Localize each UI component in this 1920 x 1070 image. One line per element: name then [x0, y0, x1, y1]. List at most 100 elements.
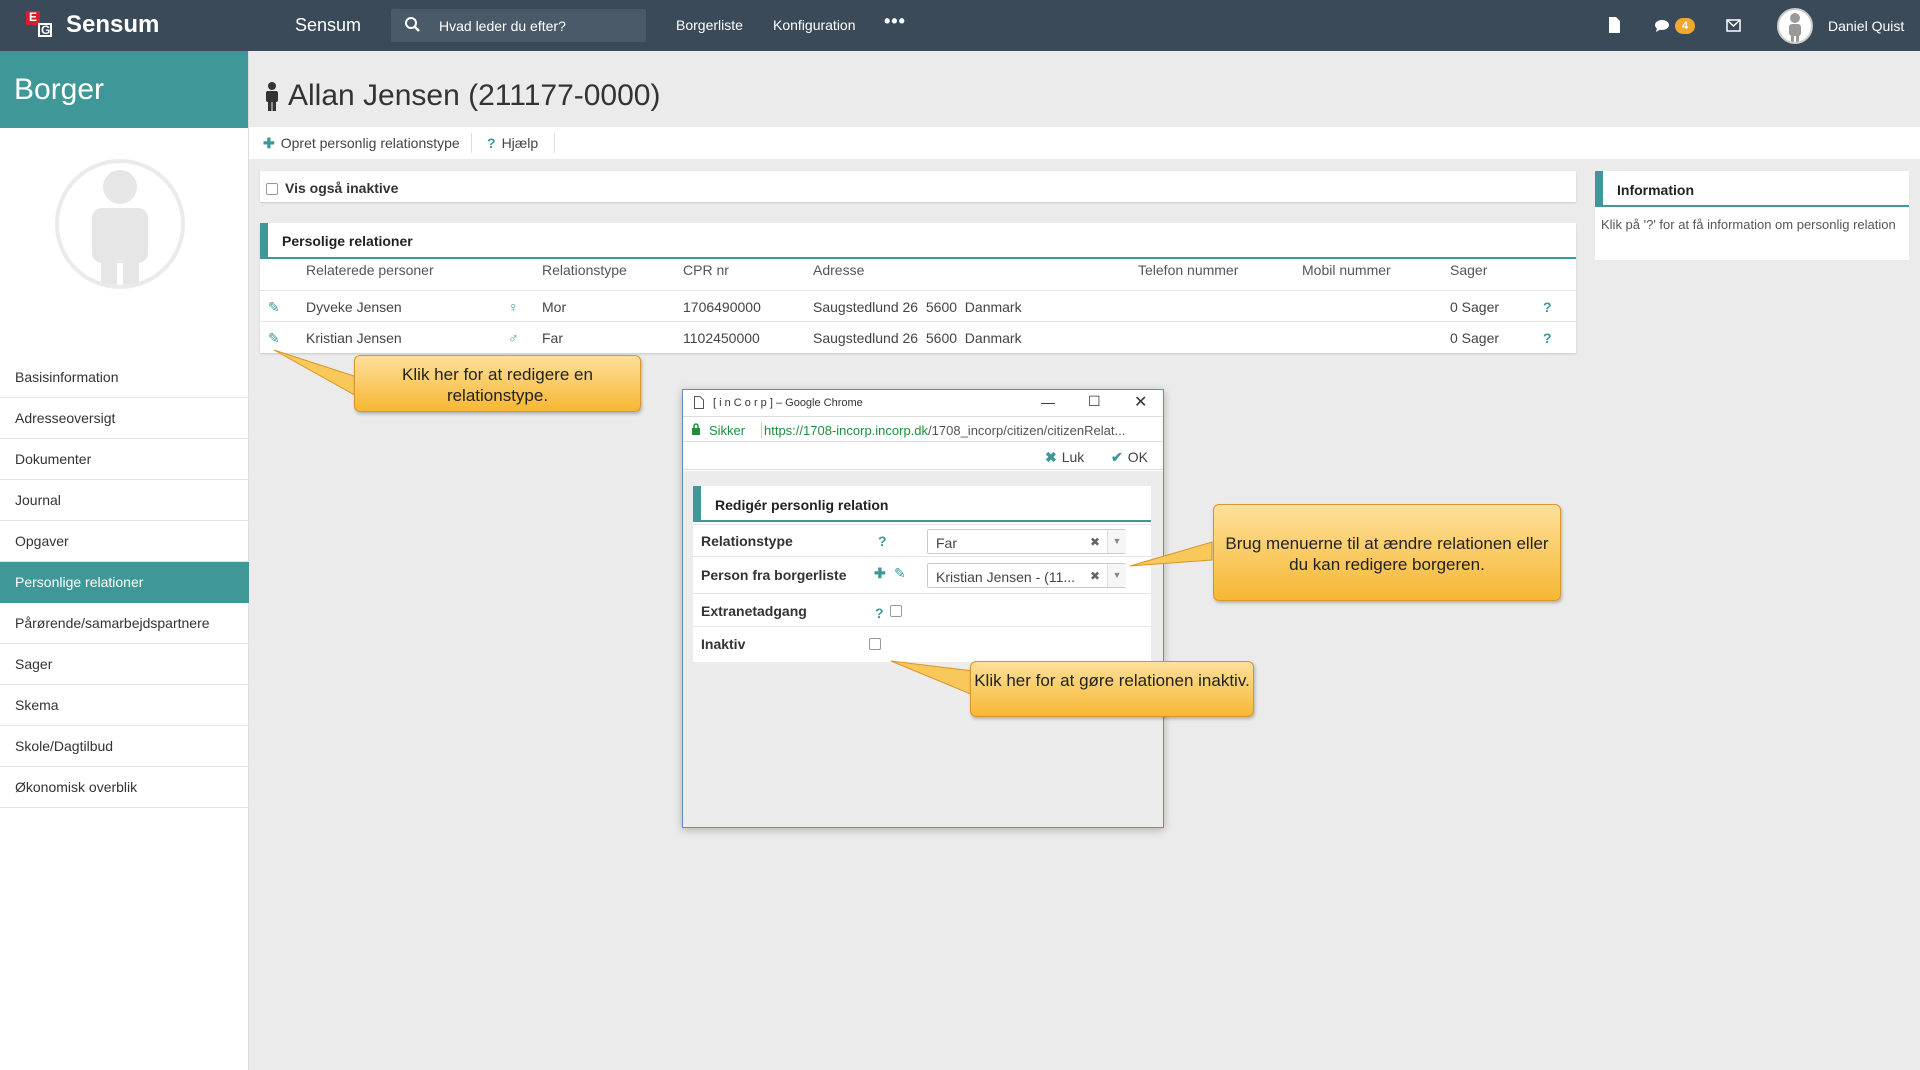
sidebar-item-skole-dagtilbud[interactable]: Skole/Dagtilbud	[0, 726, 249, 767]
cases-count[interactable]: 0 Sager	[1450, 330, 1499, 346]
citizen-avatar	[55, 159, 185, 289]
sidebar-item-basisinformation[interactable]: Basisinformation	[0, 357, 249, 398]
ok-button[interactable]: ✔ OK	[1111, 449, 1148, 466]
field-inactive: Inaktiv	[693, 626, 1151, 660]
edit-pencil-icon[interactable]: ✎	[268, 299, 280, 316]
sidebar-item-journal[interactable]: Journal	[0, 480, 249, 521]
callout-menus: Brug menuerne til at ændre relationen el…	[1213, 504, 1561, 601]
close-button[interactable]: ✖ Luk	[1045, 449, 1084, 466]
relation-type: Mor	[542, 299, 567, 315]
chevron-down-icon[interactable]: ▼	[1107, 530, 1126, 553]
page-title: Allan Jensen (211177-0000)	[262, 79, 660, 113]
male-icon: ♂	[508, 330, 519, 346]
search-input[interactable]: Hvad leder du efter?	[439, 18, 566, 34]
more-menu-icon[interactable]: •••	[884, 11, 906, 32]
cpr-number: 1102450000	[683, 330, 760, 346]
notification-badge[interactable]: 4	[1675, 18, 1695, 34]
col-relation-type[interactable]: Relationstype	[542, 262, 627, 278]
show-inactive-checkbox[interactable]	[266, 180, 278, 197]
address: Saugstedlund 26 5600 Danmark	[813, 299, 1022, 315]
col-mobile[interactable]: Mobil nummer	[1302, 262, 1391, 278]
help-button[interactable]: ? Hjælp	[487, 135, 538, 151]
callout-pointer	[890, 660, 974, 696]
callout-pointer	[1129, 541, 1213, 567]
clear-icon[interactable]: ✖	[1090, 535, 1100, 549]
female-icon: ♀	[508, 299, 519, 315]
extranet-checkbox[interactable]	[890, 602, 902, 618]
person-icon	[1789, 13, 1801, 42]
document-icon[interactable]	[1608, 17, 1621, 33]
question-icon: ?	[487, 135, 496, 151]
sidebar-title: Borger	[0, 51, 248, 128]
col-address[interactable]: Adresse	[813, 262, 864, 278]
edit-pencil-icon[interactable]: ✎	[268, 330, 280, 347]
minimize-icon[interactable]: —	[1041, 394, 1055, 410]
lock-icon	[692, 423, 700, 435]
filter-panel: Vis også inaktive	[260, 171, 1576, 202]
sidebar-item-sager[interactable]: Sager	[0, 644, 249, 685]
col-related-persons[interactable]: Relaterede personer	[306, 262, 434, 278]
person-select[interactable]: Kristian Jensen - (11... ✖ ▼	[927, 563, 1126, 588]
url-text[interactable]: https://1708-incorp.incorp.dk/1708_incor…	[764, 423, 1125, 438]
user-avatar[interactable]	[1777, 8, 1813, 44]
col-cases[interactable]: Sager	[1450, 262, 1487, 278]
sidebar-item-okonomisk-overblik[interactable]: Økonomisk overblik	[0, 767, 249, 808]
toolbar-divider	[471, 133, 472, 153]
question-icon[interactable]: ?	[875, 605, 884, 621]
person-icon	[92, 170, 148, 285]
cases-count[interactable]: 0 Sager	[1450, 299, 1499, 315]
citizen-name: Allan Jensen (211177-0000)	[288, 79, 661, 112]
relation-type: Far	[542, 330, 563, 346]
edit-relation-popup: [ i n C o r p ] – Google Chrome — ☐ ✕ Si…	[682, 389, 1164, 828]
question-icon[interactable]: ?	[1543, 299, 1552, 315]
show-inactive-label[interactable]: Vis også inaktive	[285, 180, 398, 196]
sidebar-item-skema[interactable]: Skema	[0, 685, 249, 726]
nav-konfiguration[interactable]: Konfiguration	[773, 17, 856, 33]
top-bar: E G Sensum Sensum Hvad leder du efter? B…	[0, 0, 1920, 51]
search-box[interactable]: Hvad leder du efter?	[391, 9, 646, 42]
question-icon[interactable]: ?	[878, 533, 887, 549]
table-row: ✎ Kristian Jensen ♂ Far 1102450000 Saugs…	[260, 321, 1576, 352]
sidebar-item-adresseoversigt[interactable]: Adresseoversigt	[0, 398, 249, 439]
information-text: Klik på '?' for at få information om per…	[1601, 217, 1896, 232]
check-icon: ✔	[1111, 449, 1123, 465]
popup-actions: ✖ Luk ✔ OK	[683, 442, 1163, 470]
information-title: Information	[1595, 171, 1909, 207]
close-icon[interactable]: ✕	[1134, 392, 1147, 412]
mail-icon[interactable]	[1726, 19, 1741, 32]
person-icon	[266, 82, 278, 111]
eg-logo[interactable]: E G	[26, 10, 56, 41]
nav-borgerliste[interactable]: Borgerliste	[676, 17, 743, 33]
col-cpr[interactable]: CPR nr	[683, 262, 729, 278]
question-icon[interactable]: ?	[1543, 330, 1552, 346]
search-icon	[405, 17, 420, 32]
field-extranet: Extranetadgang ?	[693, 593, 1151, 626]
edit-pencil-icon[interactable]: ✎	[894, 565, 906, 582]
sidebar-item-personlige-relationer[interactable]: Personlige relationer	[0, 562, 249, 603]
col-phone[interactable]: Telefon nummer	[1138, 262, 1238, 278]
create-relation-type-button[interactable]: ✚ Opret personlig relationstype	[263, 135, 460, 152]
relation-type-select[interactable]: Far ✖ ▼	[927, 529, 1126, 554]
brand-name[interactable]: Sensum	[66, 11, 159, 39]
popup-window-title: [ i n C o r p ] – Google Chrome	[713, 397, 863, 409]
app-name[interactable]: Sensum	[295, 15, 361, 36]
sidebar-item-dokumenter[interactable]: Dokumenter	[0, 439, 249, 480]
related-person-name[interactable]: Kristian Jensen	[306, 330, 402, 346]
plus-icon[interactable]: ✚	[874, 565, 886, 582]
cpr-number: 1706490000	[683, 299, 761, 315]
inactive-checkbox[interactable]	[869, 635, 881, 651]
chevron-down-icon[interactable]: ▼	[1107, 564, 1126, 587]
sidebar-item-paarorende[interactable]: Pårørende/samarbejdspartnere	[0, 603, 249, 644]
maximize-icon[interactable]: ☐	[1088, 393, 1101, 410]
popup-address-bar: Sikker https://1708-incorp.incorp.dk/170…	[683, 416, 1163, 442]
plus-icon: ✚	[263, 135, 275, 151]
sidebar-item-opgaver[interactable]: Opgaver	[0, 521, 249, 562]
field-relation-type: Relationstype ? Far ✖ ▼	[693, 524, 1151, 556]
chat-icon[interactable]	[1654, 19, 1671, 33]
edit-relation-panel: Redigér personlig relation Relationstype…	[693, 486, 1151, 662]
information-panel: Information Klik på '?' for at få inform…	[1595, 171, 1909, 260]
username[interactable]: Daniel Quist	[1828, 18, 1904, 34]
clear-icon[interactable]: ✖	[1090, 569, 1100, 583]
callout-inactive: Klik her for at gøre relationen inaktiv.	[970, 661, 1254, 717]
related-person-name[interactable]: Dyveke Jensen	[306, 299, 402, 315]
